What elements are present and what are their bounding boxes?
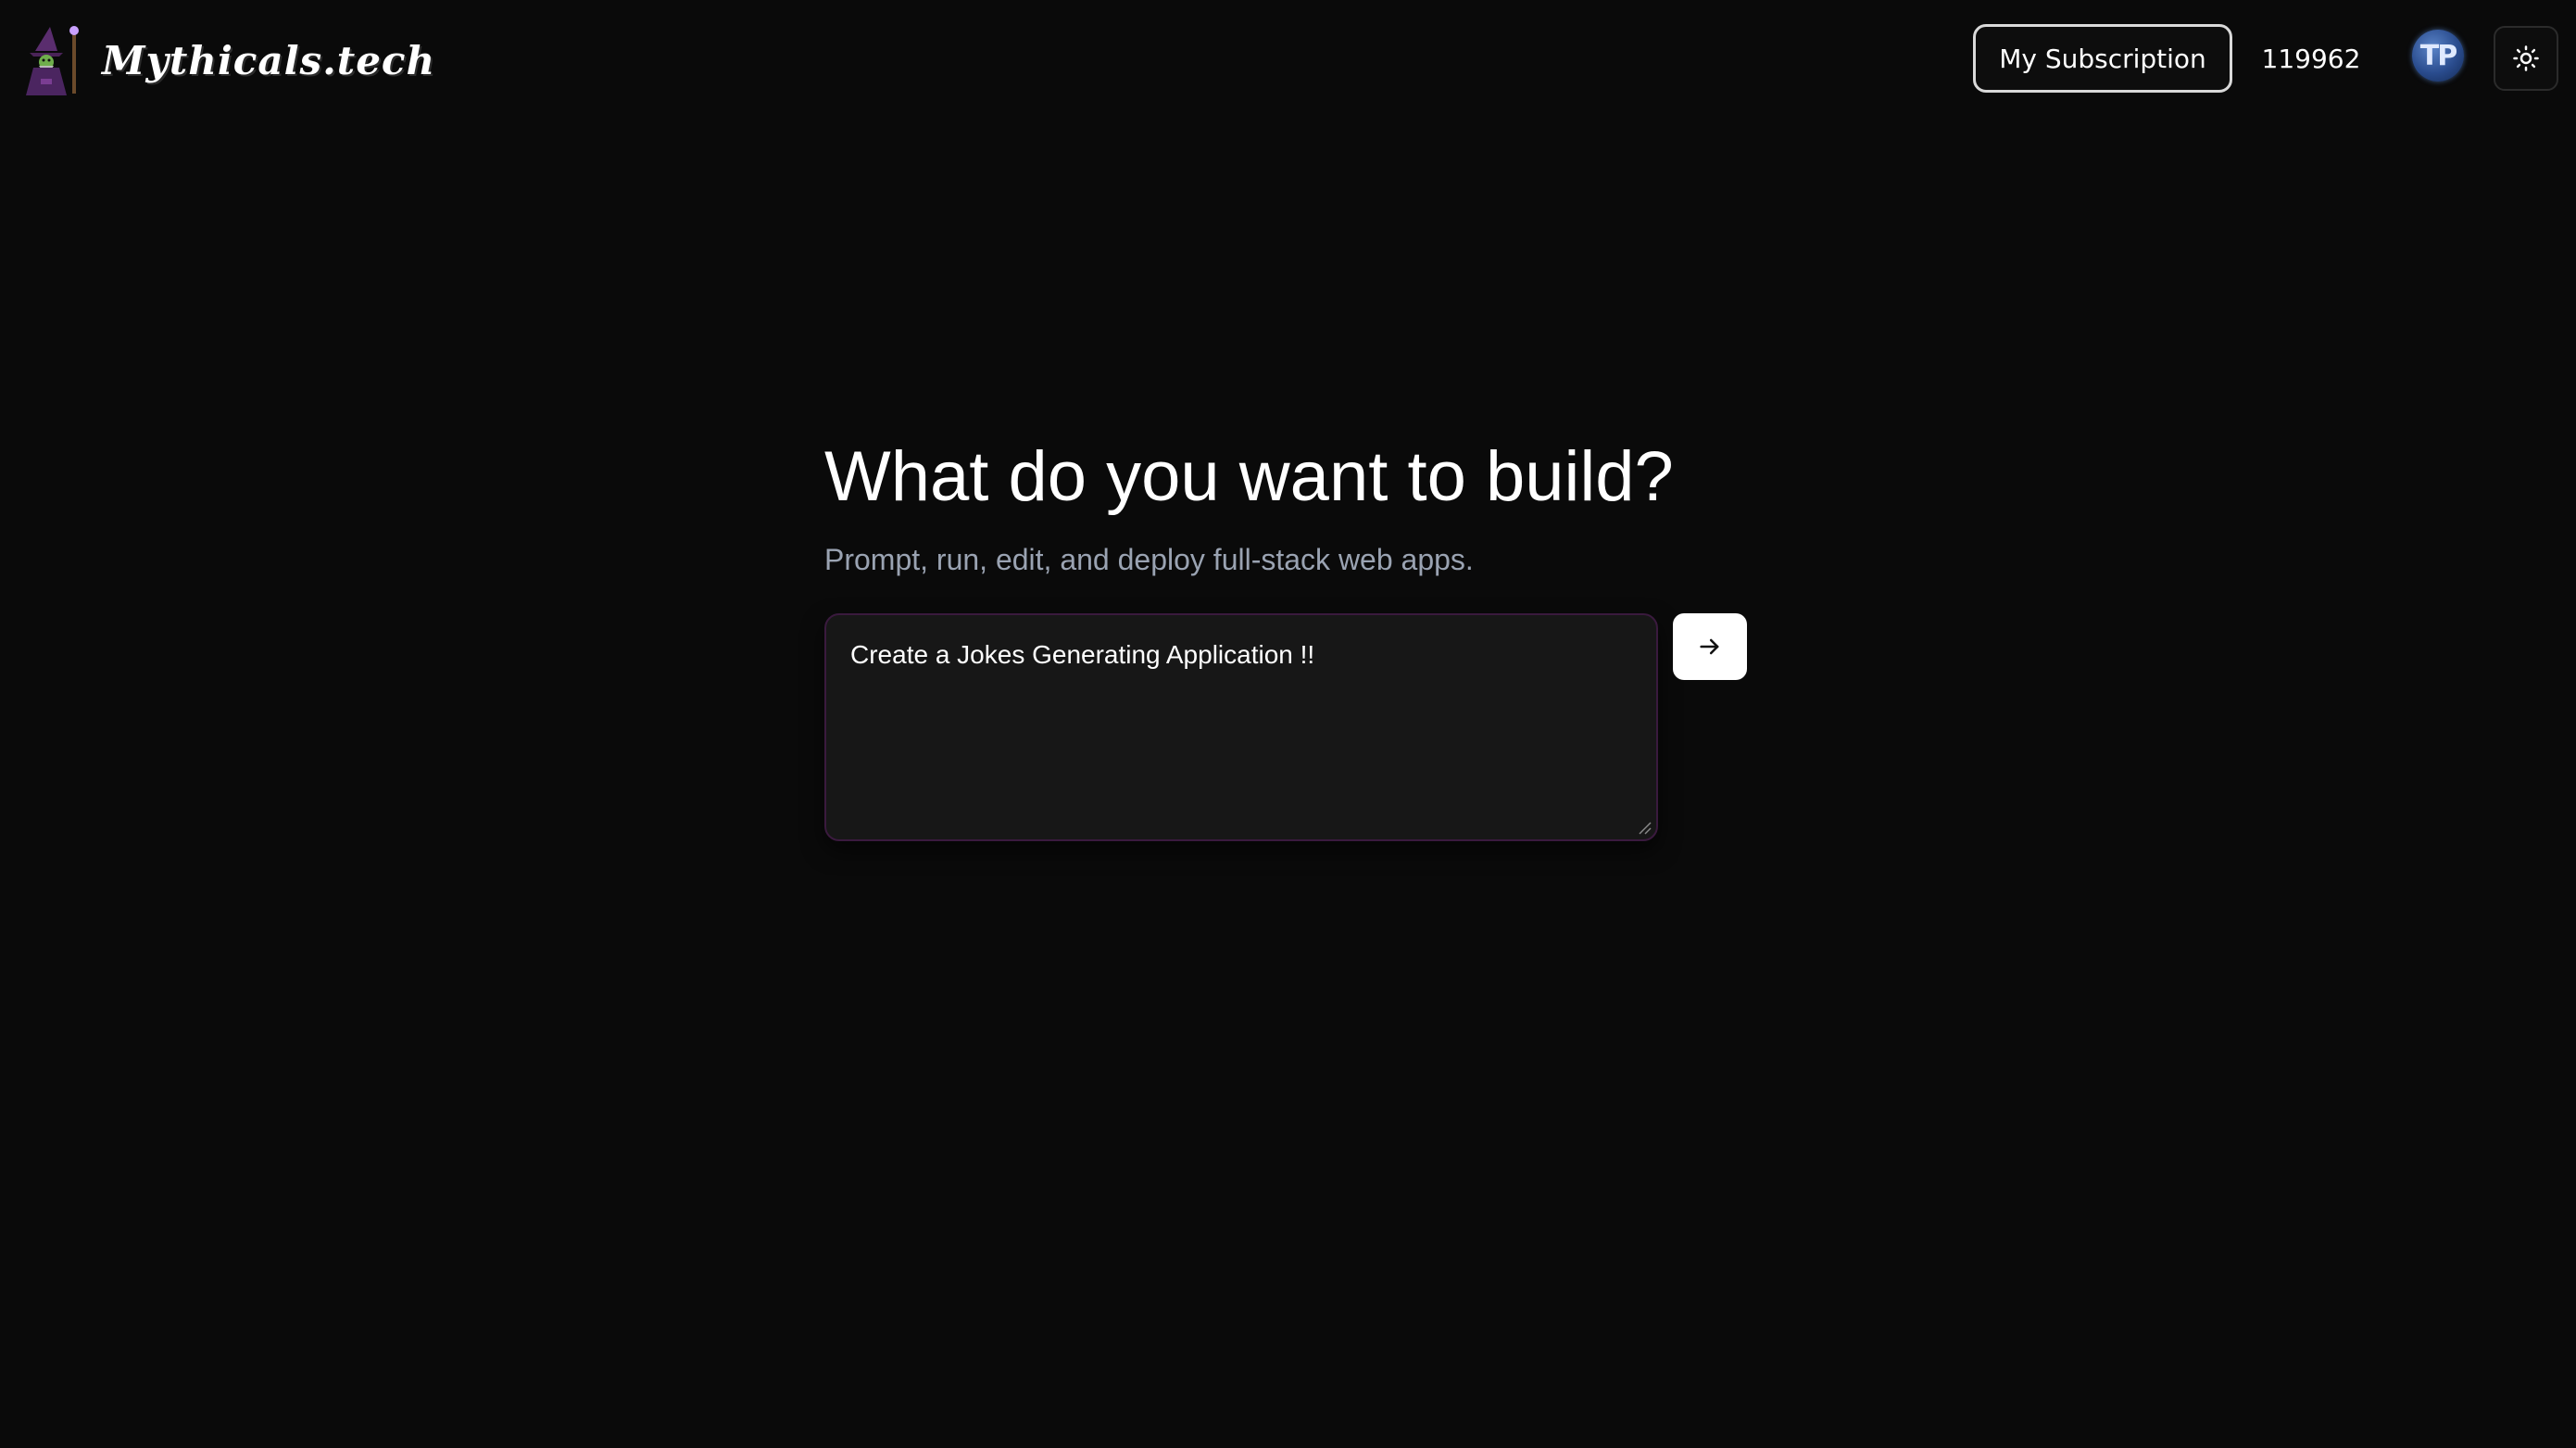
arrow-right-icon <box>1700 638 1719 655</box>
page: Mythicals.tech My Subscription 119962 TP… <box>0 0 2576 1448</box>
send-prompt-button[interactable] <box>1673 613 1747 680</box>
theme-toggle-button[interactable] <box>2494 26 2558 91</box>
hero-section: What do you want to build? Prompt, run, … <box>824 426 1751 577</box>
avatar-initials: TP <box>2419 39 2457 72</box>
my-subscription-button[interactable]: My Subscription <box>1973 24 2232 93</box>
page-subtitle: Prompt, run, edit, and deploy full-stack… <box>824 543 1474 576</box>
brand-logo[interactable]: Mythicals.tech <box>17 23 435 97</box>
page-title: What do you want to build? <box>824 437 1674 516</box>
prompt-input[interactable]: Create a Jokes Generating Application !! <box>826 615 1656 839</box>
brand-name: Mythicals.tech <box>102 37 436 83</box>
sun-icon <box>2513 45 2539 71</box>
resize-handle-icon[interactable] <box>1636 819 1652 836</box>
credits-balance: 119962 <box>2261 43 2361 74</box>
prompt-container: Create a Jokes Generating Application !! <box>824 613 1658 841</box>
top-header: Mythicals.tech My Subscription 119962 TP <box>0 0 2576 120</box>
wizard-icon <box>26 26 79 95</box>
prompt-row: Create a Jokes Generating Application !! <box>824 613 1751 841</box>
user-avatar[interactable]: TP <box>2412 30 2464 82</box>
